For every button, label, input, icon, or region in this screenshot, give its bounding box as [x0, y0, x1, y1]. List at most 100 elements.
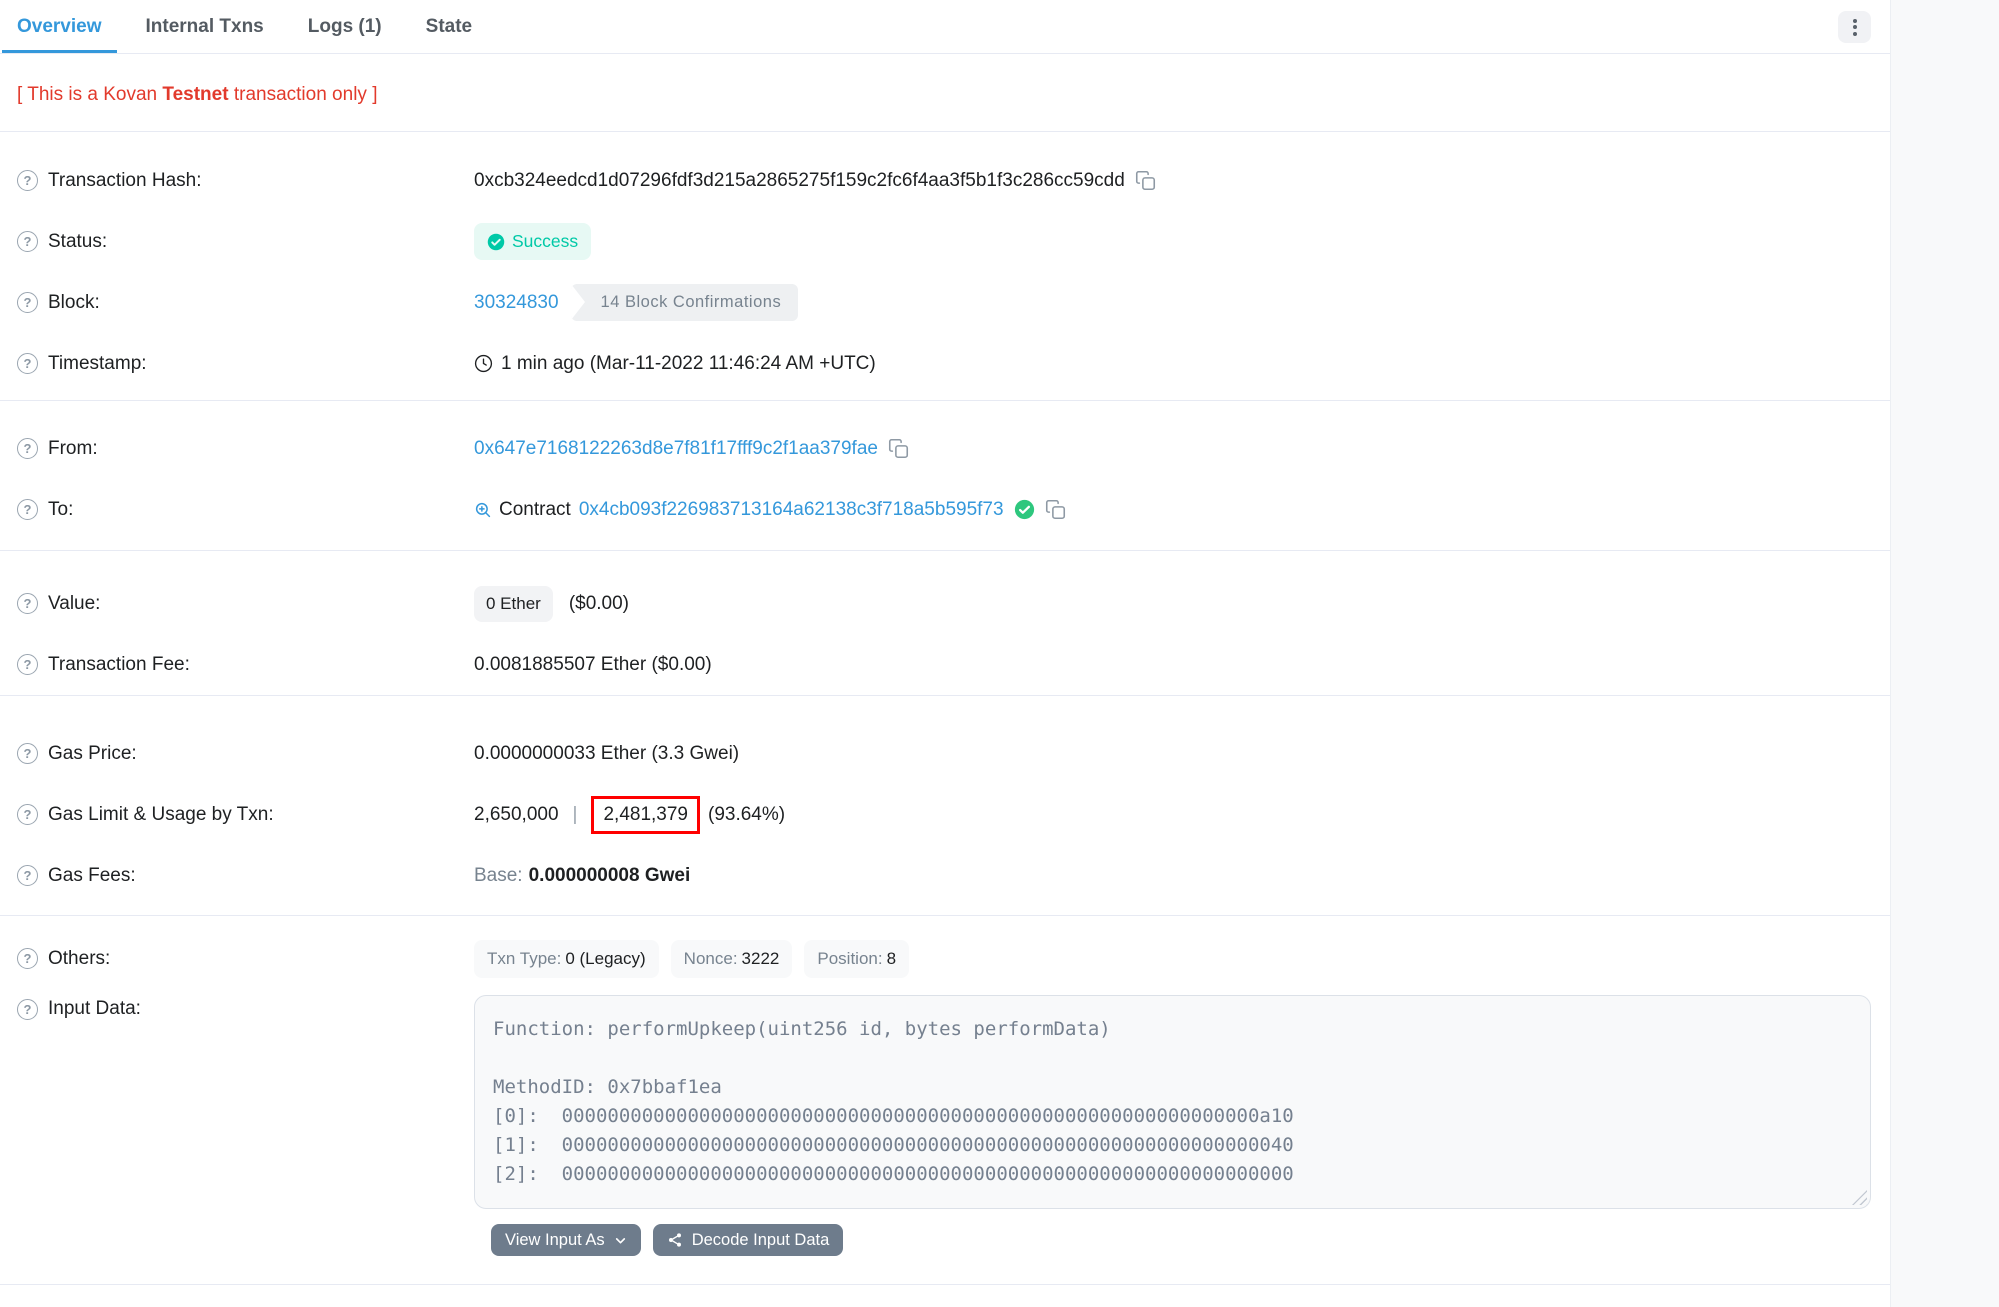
row-value: Txn Type:0 (Legacy) Nonce:3222 Position:…	[474, 940, 921, 978]
help-icon[interactable]: ?	[17, 353, 38, 374]
help-icon[interactable]: ?	[17, 292, 38, 313]
row-value: 1 min ago (Mar-11-2022 11:46:24 AM +UTC)	[474, 353, 876, 375]
row-label: ? Transaction Hash:	[0, 170, 474, 192]
field-label: Gas Price:	[48, 743, 137, 765]
copy-icon[interactable]	[888, 438, 909, 459]
help-icon[interactable]: ?	[17, 999, 38, 1020]
gas-used-highlight-box: 2,481,379	[591, 796, 700, 834]
tab-overview[interactable]: Overview	[2, 0, 117, 53]
copy-icon[interactable]	[1135, 170, 1156, 191]
chevron-down-icon	[614, 1234, 627, 1247]
row-value-ether: ? Value: 0 Ether ($0.00)	[0, 573, 1890, 634]
row-input-data: ? Input Data: Function: performUpkeep(ui…	[0, 995, 1890, 1209]
field-label: Input Data:	[48, 998, 141, 1020]
position-badge: Position:8	[804, 940, 909, 978]
row-value: 0x647e7168122263d8e7f81f17fff9c2f1aa379f…	[474, 438, 909, 460]
row-label: ? Block:	[0, 292, 474, 314]
help-icon[interactable]: ?	[17, 804, 38, 825]
field-label: Status:	[48, 231, 107, 253]
row-label: ? Gas Price:	[0, 743, 474, 765]
badge-value: 3222	[742, 949, 780, 968]
section-gas: ? Gas Price: 0.0000000033 Ether (3.3 Gwe…	[0, 696, 1890, 915]
usd-value: ($0.00)	[569, 593, 629, 615]
tab-label: Overview	[17, 16, 102, 38]
decode-input-data-button[interactable]: Decode Input Data	[653, 1224, 844, 1256]
block-confirmations-badge: 14 Block Confirmations	[571, 284, 799, 321]
tab-label: Logs (1)	[308, 16, 382, 38]
gas-limit-value: 2,650,000	[474, 804, 559, 826]
field-label: Timestamp:	[48, 353, 147, 375]
help-icon[interactable]: ?	[17, 865, 38, 886]
badge-value: 0 (Legacy)	[565, 949, 645, 968]
kebab-menu-icon	[1853, 19, 1857, 23]
magnifier-plus-icon[interactable]	[474, 501, 492, 519]
block-number-link[interactable]: 30324830	[474, 292, 559, 314]
input-data-line: [2]: 00000000000000000000000000000000000…	[493, 1160, 1852, 1189]
section-addresses: ? From: 0x647e7168122263d8e7f81f17fff9c2…	[0, 401, 1890, 550]
gas-used-value: 2,481,379	[603, 804, 688, 825]
tab-internal-txns[interactable]: Internal Txns	[131, 0, 279, 53]
more-options-button[interactable]	[1838, 11, 1871, 43]
copy-icon[interactable]	[1045, 499, 1066, 520]
row-label: ? Others:	[0, 948, 474, 970]
input-data-line: Function: performUpkeep(uint256 id, byte…	[493, 1015, 1852, 1044]
section-value-fee: ? Value: 0 Ether ($0.00) ? Transaction F…	[0, 551, 1890, 695]
row-value: Success	[474, 223, 591, 260]
row-gas-price: ? Gas Price: 0.0000000033 Ether (3.3 Gwe…	[0, 723, 1890, 784]
row-value: 30324830 14 Block Confirmations	[474, 284, 798, 321]
help-icon[interactable]: ?	[17, 743, 38, 764]
row-label: ? To:	[0, 499, 474, 521]
from-address-link[interactable]: 0x647e7168122263d8e7f81f17fff9c2f1aa379f…	[474, 438, 878, 460]
row-value: 0 Ether ($0.00)	[474, 586, 629, 622]
warning-text: transaction only ]	[229, 84, 378, 105]
row-label: ? Timestamp:	[0, 353, 474, 375]
input-data-textarea[interactable]: Function: performUpkeep(uint256 id, byte…	[474, 995, 1871, 1209]
view-input-as-button[interactable]: View Input As	[491, 1224, 641, 1256]
page-background-gutter	[1890, 0, 1999, 1307]
row-value: 2,650,000 | 2,481,379 (93.64%)	[474, 796, 785, 834]
gas-used-percent: (93.64%)	[708, 804, 785, 826]
gas-price-value: 0.0000000033 Ether (3.3 Gwei)	[474, 743, 739, 765]
ether-value-badge: 0 Ether	[474, 586, 553, 622]
help-icon[interactable]: ?	[17, 948, 38, 969]
contract-word: Contract	[499, 499, 571, 521]
badge-key: Txn Type:	[487, 949, 561, 968]
help-icon[interactable]: ?	[17, 231, 38, 252]
base-fee-label: Base:	[474, 865, 523, 887]
tab-label: Internal Txns	[146, 16, 264, 38]
row-value: 0.0081885507 Ether ($0.00)	[474, 654, 712, 676]
check-circle-icon	[487, 233, 505, 251]
decode-icon	[667, 1232, 683, 1248]
help-icon[interactable]: ?	[17, 170, 38, 191]
row-gas-fees: ? Gas Fees: Base: 0.000000008 Gwei	[0, 845, 1890, 906]
badge-key: Position:	[817, 949, 882, 968]
input-data-line	[493, 1044, 1852, 1073]
help-icon[interactable]: ?	[17, 438, 38, 459]
row-label: ? Transaction Fee:	[0, 654, 474, 676]
row-label: ? Value:	[0, 593, 474, 615]
field-label: Transaction Fee:	[48, 654, 190, 676]
warning-text: [ This is a Kovan	[17, 84, 162, 105]
row-label: ? Gas Fees:	[0, 865, 474, 887]
help-icon[interactable]: ?	[17, 593, 38, 614]
row-timestamp: ? Timestamp: 1 min ago (Mar-11-2022 11:4…	[0, 333, 1890, 394]
nonce-badge: Nonce:3222	[671, 940, 793, 978]
help-icon[interactable]: ?	[17, 654, 38, 675]
testnet-warning: [ This is a Kovan Testnet transaction on…	[17, 84, 1890, 106]
row-to: ? To: Contract 0x4cb093f226983713164a621…	[0, 479, 1890, 540]
row-transaction-hash: ? Transaction Hash: 0xcb324eedcd1d07296f…	[0, 150, 1890, 211]
input-data-line: MethodID: 0x7bbaf1ea	[493, 1073, 1852, 1102]
tab-logs[interactable]: Logs (1)	[293, 0, 397, 53]
field-label: Transaction Hash:	[48, 170, 201, 192]
section-others-input: ? Others: Txn Type:0 (Legacy) Nonce:3222…	[0, 916, 1890, 1285]
badge-key: Nonce:	[684, 949, 738, 968]
help-icon[interactable]: ?	[17, 499, 38, 520]
to-address-link[interactable]: 0x4cb093f226983713164a62138c3f718a5b595f…	[579, 499, 1004, 521]
tab-label: State	[426, 16, 472, 38]
verified-check-icon	[1014, 499, 1035, 520]
separator-bar: |	[573, 804, 578, 826]
timestamp-value: 1 min ago (Mar-11-2022 11:46:24 AM +UTC)	[501, 353, 876, 375]
row-label: ? Input Data:	[0, 998, 474, 1020]
field-label: Others:	[48, 948, 110, 970]
tab-state[interactable]: State	[411, 0, 487, 53]
